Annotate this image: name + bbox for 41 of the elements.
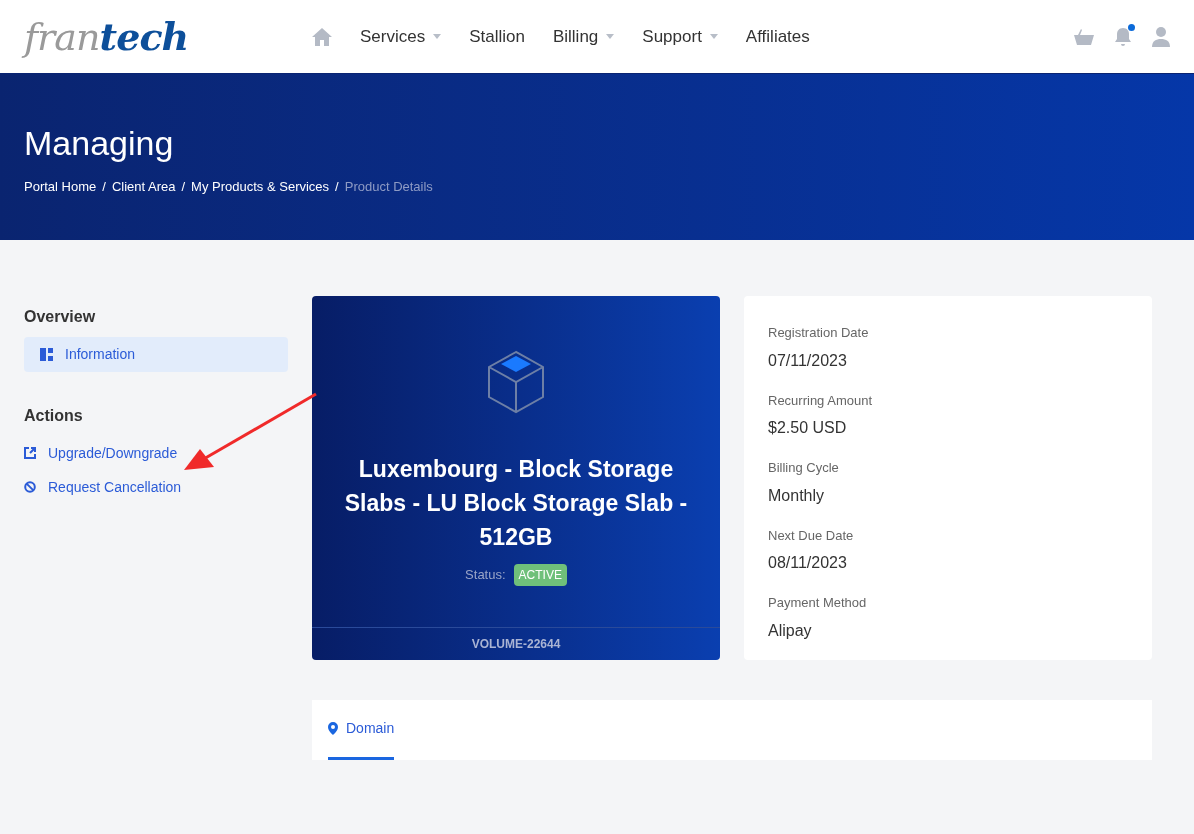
detail-value: $2.50 USD	[768, 418, 847, 438]
breadcrumb-separator: /	[102, 177, 106, 196]
breadcrumb-separator: /	[335, 177, 339, 196]
status-badge: ACTIVE	[513, 564, 567, 586]
external-link-icon	[24, 447, 36, 459]
breadcrumb-separator: /	[181, 177, 186, 196]
detail-value: 07/11/2023	[768, 350, 847, 371]
page-title: Managing	[24, 123, 174, 164]
user-icon[interactable]	[1152, 26, 1170, 47]
ban-icon	[24, 481, 36, 493]
breadcrumb-link[interactable]: My Products & Services	[191, 176, 330, 196]
cube-icon	[487, 350, 545, 414]
breadcrumb-link[interactable]: Portal Home	[24, 176, 97, 196]
detail-label: Recurring Amount	[768, 391, 873, 410]
product-id: VOLUME-22644	[471, 636, 561, 653]
detail-value: 08/11/2023	[768, 553, 847, 573]
detail-label: Registration Date	[768, 324, 869, 342]
tab[interactable]: Domain	[328, 700, 395, 760]
detail-label: Payment Method	[768, 594, 867, 612]
basket-icon[interactable]	[1074, 28, 1094, 45]
product-name: Luxembourg - Block Storage Slabs - LU Block Storage Slab - 512GB	[344, 455, 688, 552]
nav-link[interactable]: Stallion	[469, 23, 525, 50]
section-heading: Actions	[24, 406, 83, 426]
detail-label: Next Due Date	[768, 526, 854, 545]
nav-link[interactable]: Support	[642, 23, 718, 50]
action-link[interactable]: Upgrade/Downgrade	[24, 444, 178, 462]
home-icon[interactable]	[312, 27, 332, 46]
status-label: Status:	[465, 566, 506, 585]
detail-label: Billing Cycle	[768, 459, 839, 477]
breadcrumb-link[interactable]: Client Area	[111, 176, 176, 196]
bell-icon[interactable]	[1114, 26, 1132, 47]
location-pin-icon	[328, 722, 338, 735]
nav-link[interactable]: Services	[360, 23, 442, 50]
sidebar-item[interactable]: Information	[24, 337, 288, 372]
nav-link[interactable]: Billing	[552, 23, 615, 50]
dashboard-icon	[40, 348, 53, 361]
detail-value: Alipay	[768, 620, 812, 641]
section-heading: Overview	[24, 307, 96, 327]
nav-link[interactable]: Affiliates	[745, 23, 810, 50]
action-link[interactable]: Request Cancellation	[24, 478, 182, 496]
detail-value: Monthly	[768, 485, 825, 506]
